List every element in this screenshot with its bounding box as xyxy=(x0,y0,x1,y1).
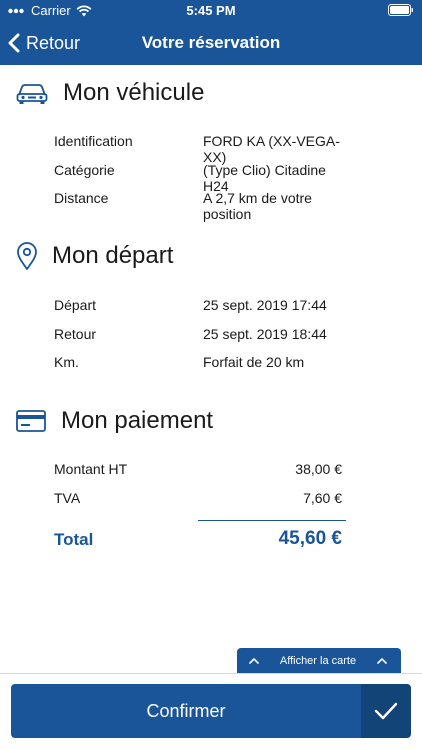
row-label: Catégorie xyxy=(54,162,115,178)
confirm-check-button[interactable] xyxy=(361,684,411,738)
navigation-bar: Retour Votre réservation xyxy=(0,22,422,65)
vehicle-section-header: Mon véhicule xyxy=(16,78,204,108)
total-divider xyxy=(198,520,346,521)
row-value: 38,00 € xyxy=(295,461,342,477)
row-label: Distance xyxy=(54,190,109,206)
status-bar: Carrier 5:45 PM xyxy=(0,0,422,22)
departure-row-start: Départ 25 sept. 2019 17:44 xyxy=(54,297,346,319)
row-label: Départ xyxy=(54,297,97,313)
row-value: A 2,7 km de votre position xyxy=(203,190,312,222)
status-time: 5:45 PM xyxy=(186,3,236,18)
row-value: FORD KA (XX-VEGA-XX) xyxy=(203,133,340,165)
app-header: Carrier 5:45 PM Retour Votre réservation xyxy=(0,0,422,65)
location-pin-icon xyxy=(17,242,37,270)
row-value: 25 sept. 2019 18:44 xyxy=(203,326,327,342)
payment-section-title: Mon paiement xyxy=(61,407,214,434)
departure-row-km: Km. Forfait de 20 km xyxy=(54,354,346,376)
show-map-label: Afficher la carte xyxy=(279,654,357,667)
row-label: Retour xyxy=(54,326,97,342)
confirm-button[interactable]: Confirmer xyxy=(11,684,361,738)
confirm-bar: Confirmer xyxy=(11,684,411,738)
car-icon xyxy=(16,84,48,104)
chevron-up-icon xyxy=(249,658,259,664)
vehicle-section-title: Mon véhicule xyxy=(63,79,205,106)
battery-icon xyxy=(388,4,414,19)
row-label: Identification xyxy=(54,133,133,149)
row-label: TVA xyxy=(54,490,81,506)
total-label: Total xyxy=(54,530,94,549)
row-value: 25 sept. 2019 17:44 xyxy=(203,297,327,313)
departure-section-title: Mon départ xyxy=(52,242,174,269)
row-value: 7,60 € xyxy=(303,490,342,506)
departure-section-header: Mon départ xyxy=(16,240,173,272)
checkmark-icon xyxy=(374,702,398,720)
confirm-button-label: Confirmer xyxy=(146,700,226,721)
footer-separator xyxy=(0,673,422,674)
payment-row-vat: TVA 7,60 € xyxy=(54,490,342,512)
departure-row-return: Retour 25 sept. 2019 18:44 xyxy=(54,326,346,348)
payment-section-header: Mon paiement xyxy=(16,406,213,436)
chevron-up-icon xyxy=(377,658,387,664)
row-label: Montant HT xyxy=(54,461,128,477)
page-title: Votre réservation xyxy=(141,33,281,52)
payment-total-row: Total 45,60 € xyxy=(54,528,342,554)
row-value: Forfait de 20 km xyxy=(203,354,305,370)
vehicle-row-category: Catégorie (Type Clio) Citadine H24 xyxy=(54,162,346,194)
show-map-tab[interactable]: Afficher la carte xyxy=(237,648,401,673)
total-value: 45,60 € xyxy=(278,528,342,549)
payment-row-amount: Montant HT 38,00 € xyxy=(54,461,342,483)
credit-card-icon xyxy=(16,410,46,432)
vehicle-row-identification: Identification FORD KA (XX-VEGA-XX) xyxy=(54,133,346,165)
vehicle-row-distance: Distance A 2,7 km de votre position xyxy=(54,190,346,222)
row-label: Km. xyxy=(54,354,79,370)
